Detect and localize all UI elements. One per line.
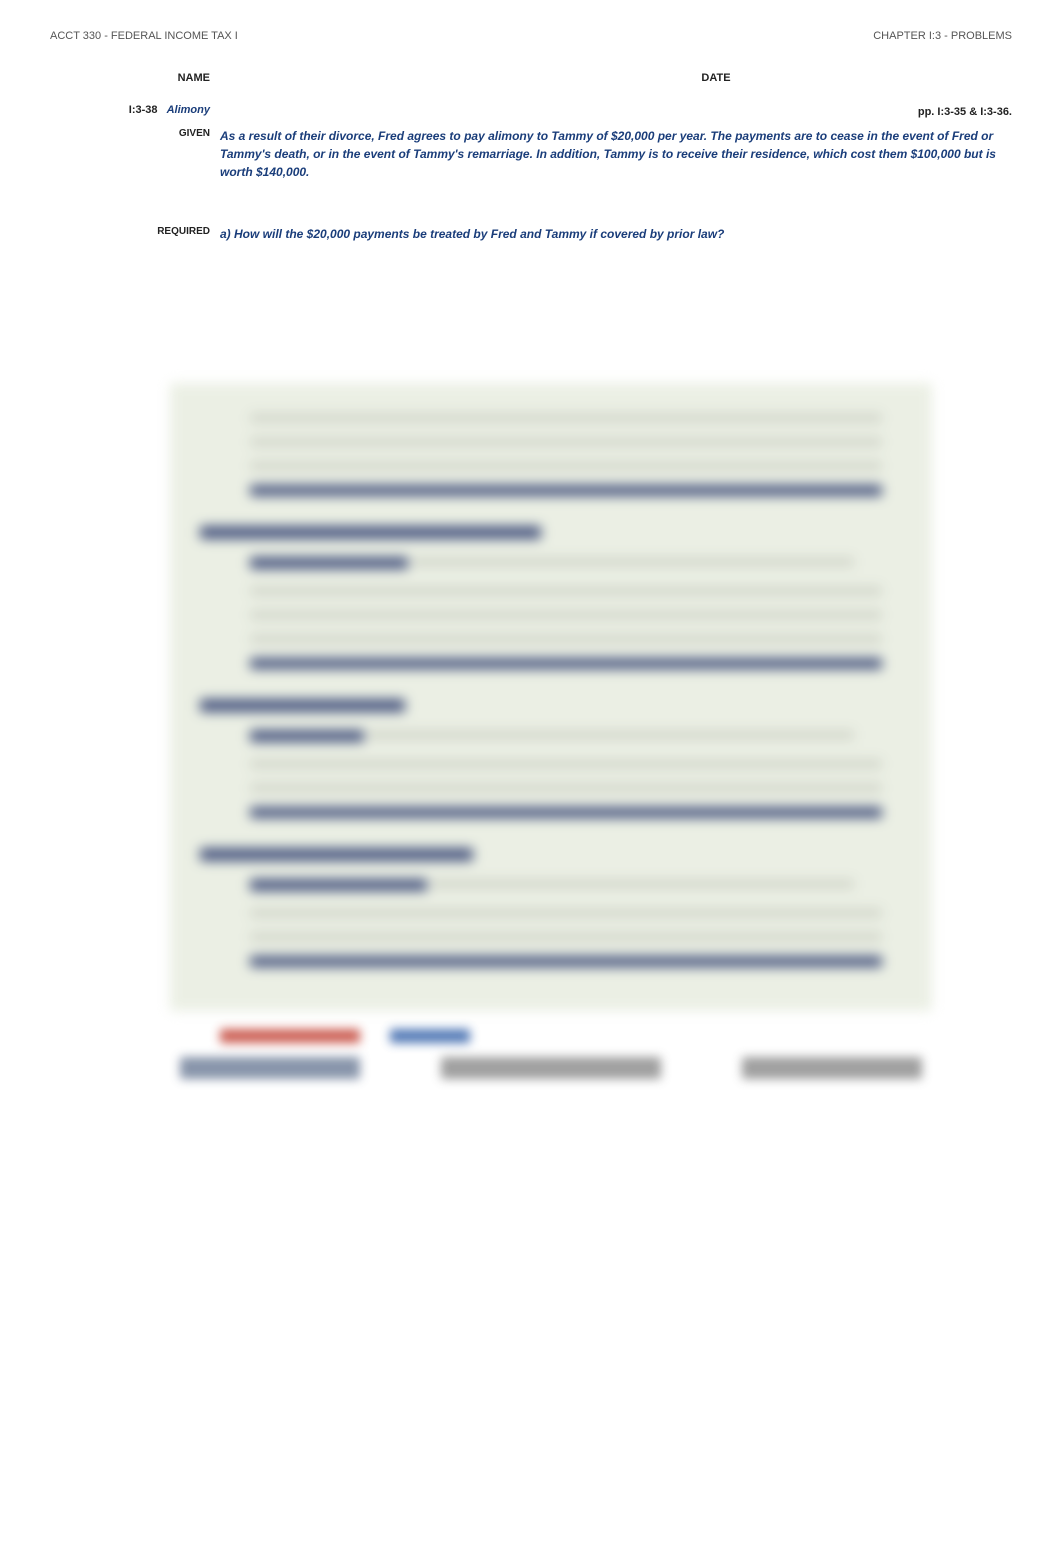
name-date-row: NAME DATE: [50, 72, 1012, 84]
problem-topic: Alimony: [167, 104, 210, 116]
given-label: GIVEN: [179, 128, 210, 139]
problem-title-row: I:3-38 Alimony pp. I:3-35 & I:3-36.: [50, 104, 1012, 123]
chapter-title: CHAPTER I:3 - PROBLEMS: [873, 30, 1012, 42]
required-a-text: a) How will the $20,000 payments be trea…: [220, 225, 1012, 243]
date-label: DATE: [420, 72, 1012, 84]
problem-number: I:3-38: [129, 104, 158, 116]
required-label: REQUIRED: [157, 226, 210, 237]
given-row: GIVEN As a result of their divorce, Fred…: [50, 127, 1012, 181]
name-label: NAME: [50, 72, 220, 84]
pages-reference: pp. I:3-35 & I:3-36.: [220, 104, 1012, 121]
page-header: ACCT 330 - FEDERAL INCOME TAX I CHAPTER …: [50, 30, 1012, 42]
blurred-footer-area: [170, 1029, 932, 1079]
blurred-content-area: [170, 383, 932, 1011]
course-title: ACCT 330 - FEDERAL INCOME TAX I: [50, 30, 238, 42]
required-row: REQUIRED a) How will the $20,000 payment…: [50, 225, 1012, 243]
given-text: As a result of their divorce, Fred agree…: [220, 127, 1012, 181]
